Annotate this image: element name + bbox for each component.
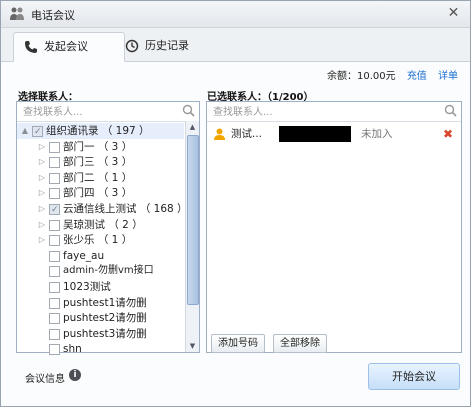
tree-item-label: 云通信线上测试 （ 168 ） — [63, 203, 188, 215]
tree-item-label: 1023测试 — [63, 281, 111, 293]
selected-contacts-panel: 测试... 未加入 ✖ 添加号码 全部移除 — [206, 101, 462, 353]
meeting-info-label: 会议信息 — [25, 374, 65, 385]
contact-search-input[interactable] — [21, 104, 175, 120]
checkbox[interactable] — [49, 188, 60, 200]
remove-all-button[interactable]: 全部移除 — [273, 334, 327, 353]
checkbox[interactable] — [49, 344, 60, 356]
details-link[interactable]: 详单 — [438, 71, 458, 82]
tree-item-label: shn — [63, 343, 82, 356]
phone-conference-window: 电话会议 ✕ 发起会议 历史记录 余额：10.00元 充值 详单 选择联系人： — [0, 0, 471, 407]
tree-item-label: 部门四 （ 3 ） — [63, 187, 133, 200]
tree-item[interactable]: ▷ 张少乐 （ 1 ） — [17, 232, 184, 248]
checkbox[interactable] — [49, 157, 60, 169]
selected-contact-status: 未加入 — [361, 128, 393, 140]
search-icon[interactable] — [182, 104, 195, 117]
tree-item[interactable]: ▷ 部门二 （ 1 ） — [17, 170, 184, 186]
expand-icon[interactable]: ▷ — [37, 154, 47, 170]
balance-row: 余额：10.00元 充值 详单 — [327, 67, 458, 82]
checkbox[interactable] — [49, 235, 60, 247]
tree-item-label: 部门一 （ 3 ） — [63, 140, 133, 153]
tree-item[interactable]: ▷ 吴琼测试 （ 2 ） — [17, 217, 184, 233]
checkbox[interactable] — [49, 313, 60, 325]
balance-text: 余额：10.00元 — [326, 71, 396, 82]
expand-icon[interactable]: ▷ — [37, 201, 47, 217]
close-button[interactable]: ✕ — [445, 5, 462, 22]
redacted-number — [279, 126, 351, 142]
tree-item[interactable]: ▷ ✓ 云通信线上测试 （ 168 ） — [17, 201, 188, 217]
scroll-thumb[interactable] — [187, 135, 199, 305]
tab-bar: 发起会议 历史记录 — [1, 28, 470, 62]
scroll-up-icon[interactable]: ▲ — [186, 121, 199, 133]
remove-contact-icon[interactable]: ✖ — [443, 124, 453, 144]
tree-item-label: pushtest1请勿删 — [63, 296, 147, 309]
expand-icon[interactable]: ▷ — [37, 217, 47, 233]
contact-search — [17, 102, 199, 122]
tree-item-label: 组织通讯录 （ 197 ） — [46, 125, 150, 137]
checkbox[interactable] — [49, 250, 60, 262]
tab-label: 历史记录 — [145, 39, 189, 52]
tree-item-label: 部门三 （ 3 ） — [63, 156, 133, 169]
title-bar[interactable]: 电话会议 ✕ — [1, 1, 470, 28]
person-icon — [214, 128, 225, 140]
tab-history[interactable]: 历史记录 — [115, 32, 225, 60]
tree-item[interactable]: admin-勿删vm接口 — [17, 263, 184, 279]
tree-item[interactable]: faye_au — [17, 248, 184, 264]
contact-tree-panel: ▲ ✓ 组织通讯录 （ 197 ） ▷ 部门一 （ 3 ） ▷ 部门三 （ 3 ） ▷ 部门二 … — [16, 101, 200, 356]
checkbox[interactable] — [49, 282, 60, 293]
checkbox[interactable]: ✓ — [49, 204, 60, 215]
tree-item[interactable]: ▷ 部门一 （ 3 ） — [17, 139, 184, 155]
phone-icon — [25, 41, 37, 53]
selected-contact-row[interactable]: 测试... 未加入 ✖ — [207, 124, 461, 144]
tab-label: 发起会议 — [44, 40, 88, 53]
check-icon: ✓ — [34, 127, 42, 137]
tree-scrollbar[interactable]: ▲ ▼ — [185, 121, 199, 352]
tree-item-label: pushtest3请勿删 — [63, 327, 147, 340]
tree-item[interactable]: pushtest2请勿删 — [17, 310, 184, 326]
window-title: 电话会议 — [31, 9, 75, 22]
tree-item[interactable]: ▷ 部门四 （ 3 ） — [17, 185, 184, 201]
tree-item-label: 张少乐 （ 1 ） — [63, 234, 133, 247]
tree-item-label: pushtest2请勿删 — [63, 312, 147, 325]
tree-item-label: 吴琼测试 （ 2 ） — [63, 218, 143, 231]
close-icon: ✕ — [447, 5, 460, 21]
add-number-button[interactable]: 添加号码 — [211, 334, 265, 353]
selected-search — [207, 102, 461, 122]
selected-search-input[interactable] — [211, 104, 365, 120]
search-icon[interactable] — [444, 104, 457, 117]
collapse-icon[interactable]: ▲ — [20, 123, 30, 139]
checkbox[interactable] — [49, 219, 60, 231]
tab-start-meeting[interactable]: 发起会议 — [13, 32, 125, 62]
tree-item[interactable]: ▷ 部门三 （ 3 ） — [17, 154, 184, 170]
selected-contact-name: 测试... — [231, 128, 263, 140]
expand-icon[interactable]: ▷ — [37, 232, 47, 248]
expand-icon[interactable]: ▷ — [37, 185, 47, 201]
checkbox[interactable] — [49, 328, 60, 340]
tree-item-label: admin-勿删vm接口 — [63, 265, 154, 277]
checkbox[interactable] — [49, 141, 60, 153]
clock-icon — [125, 39, 139, 53]
tree-item[interactable]: pushtest3请勿删 — [17, 326, 184, 342]
checkbox[interactable] — [49, 172, 60, 184]
scroll-down-icon[interactable]: ▼ — [186, 340, 199, 352]
check-icon: ✓ — [51, 205, 59, 215]
start-meeting-button[interactable]: 开始会议 — [368, 363, 460, 390]
info-icon[interactable]: i — [69, 369, 81, 381]
expand-icon[interactable]: ▷ — [37, 139, 47, 155]
tree-item-label: 部门二 （ 1 ） — [63, 171, 133, 184]
recharge-link[interactable]: 充值 — [407, 71, 427, 82]
phone-conference-icon — [10, 7, 24, 20]
expand-icon[interactable]: ▷ — [37, 170, 47, 186]
tree-item[interactable]: shn — [17, 341, 184, 357]
tree-root-item[interactable]: ▲ ✓ 组织通讯录 （ 197 ） — [17, 123, 184, 139]
checkbox[interactable] — [49, 297, 60, 309]
tree-item[interactable]: 1023测试 — [17, 279, 184, 295]
checkbox[interactable] — [49, 266, 60, 278]
tree-item[interactable]: pushtest1请勿删 — [17, 295, 184, 311]
tree-item-label: faye_au — [63, 249, 105, 262]
checkbox[interactable]: ✓ — [32, 126, 43, 137]
